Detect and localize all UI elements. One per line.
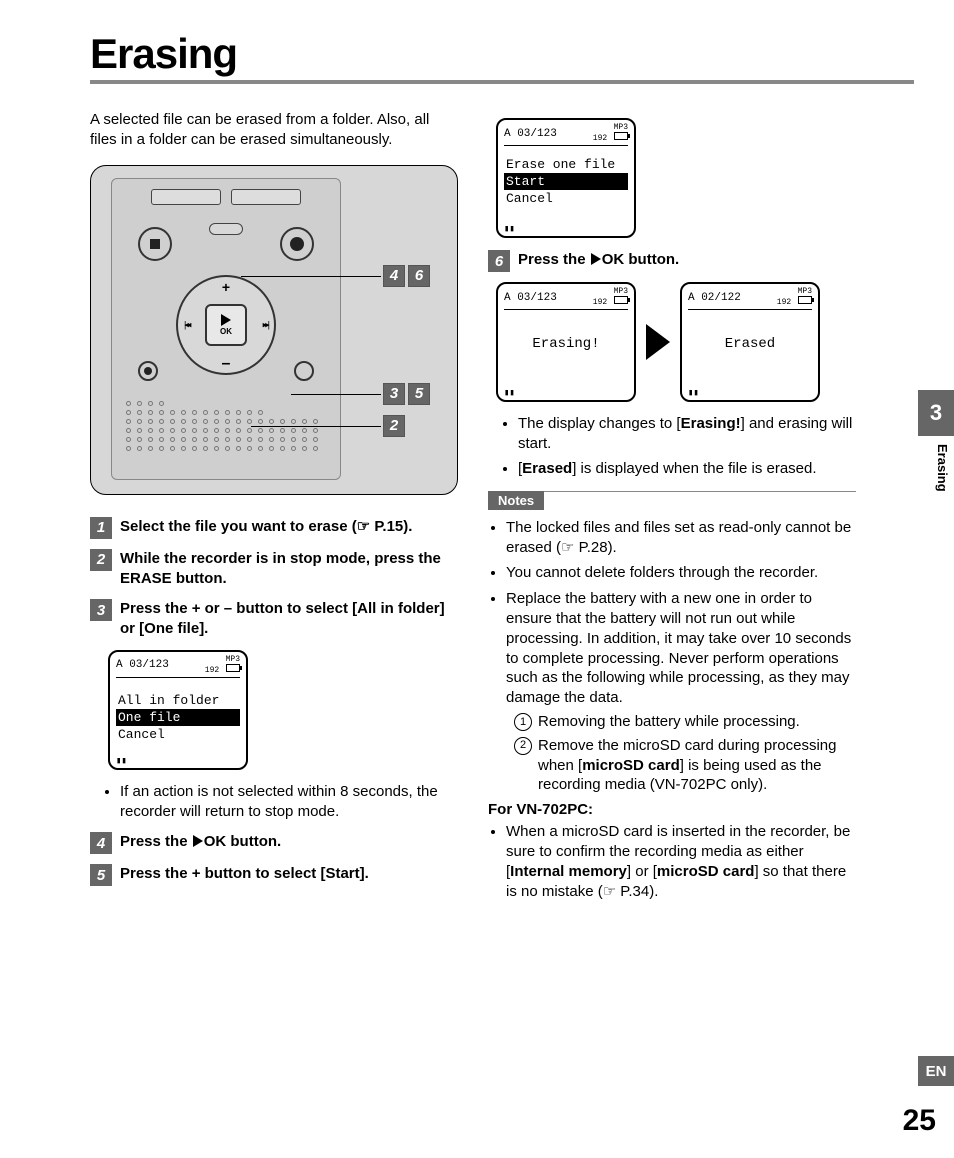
callout-5: 5 (408, 383, 430, 405)
note-1: The locked files and files set as read-o… (506, 518, 856, 558)
step-6-bullet-1: The display changes to [Erasing!] and er… (518, 414, 856, 455)
title-rule (90, 80, 914, 84)
page-number: 25 (903, 1104, 936, 1138)
model-header: For VN-702PC: (488, 801, 856, 818)
step-4: Press the OK button. (120, 832, 281, 854)
ok-button-icon: OK (205, 304, 247, 346)
step-3: Press the + or – button to select [All i… (120, 599, 458, 640)
lcd-start-menu: A 03/123MP3192 Erase one file Start Canc… (496, 118, 636, 238)
device-diagram: +– |◂◂▸▸| OK 4 (90, 165, 458, 495)
note-4: When a microSD card is inserted in the r… (506, 822, 856, 901)
lcd-erased: A 02/122MP3192 Erased ▮▮ (680, 282, 820, 402)
intro-text: A selected file can be erased from a fol… (90, 110, 458, 151)
step-3-note: If an action is not selected within 8 se… (120, 782, 458, 823)
note-3-1: Removing the battery while processing. (538, 712, 800, 732)
note-3-2: Remove the microSD card during processin… (538, 736, 856, 795)
step-6-bullet-2: [Erased] is displayed when the file is e… (518, 459, 856, 479)
callout-4: 4 (383, 265, 405, 287)
lcd-erasing: A 03/123MP3192 Erasing! ▮▮ (496, 282, 636, 402)
callout-2: 2 (383, 415, 405, 437)
section-side-label: Erasing (935, 444, 950, 492)
lcd-select-menu: A 03/123MP3192 All in folder One file Ca… (108, 650, 248, 770)
step-1: Select the file you want to erase (☞ P.1… (120, 517, 412, 539)
callout-6: 6 (408, 265, 430, 287)
section-tab: 3 (918, 390, 954, 436)
step-2: While the recorder is in stop mode, pres… (120, 549, 458, 590)
left-column: A selected file can be erased from a fol… (90, 110, 458, 907)
arrow-right-icon (646, 324, 670, 360)
step-5: Press the + button to select [Start]. (120, 864, 369, 886)
callout-3: 3 (383, 383, 405, 405)
step-6: Press the OK button. (518, 250, 679, 272)
notes-label: Notes (488, 491, 544, 510)
note-2: You cannot delete folders through the re… (506, 563, 856, 583)
note-3: Replace the battery with a new one in or… (506, 589, 856, 795)
page-title: Erasing (90, 30, 914, 78)
right-column: A 03/123MP3192 Erase one file Start Canc… (488, 110, 856, 907)
language-tab: EN (918, 1056, 954, 1086)
